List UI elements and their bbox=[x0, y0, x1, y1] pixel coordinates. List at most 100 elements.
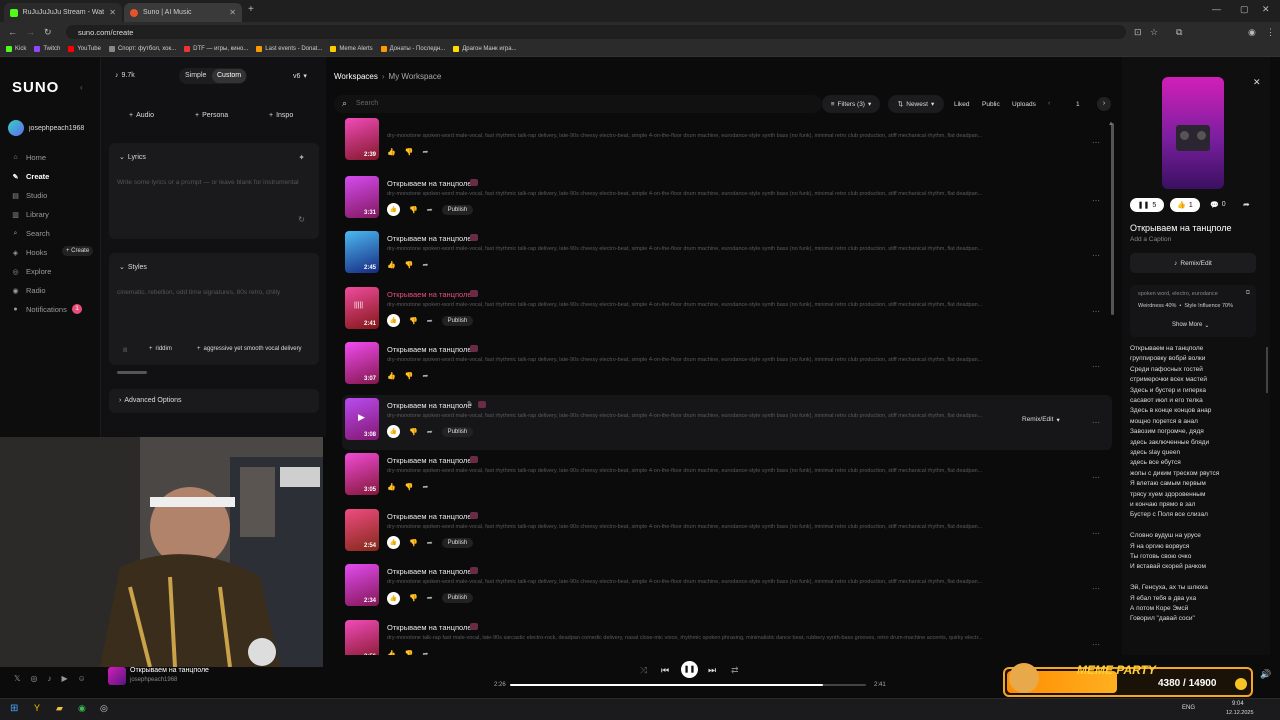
advanced-options-box[interactable]: › Advanced Options bbox=[109, 389, 319, 413]
sidebar-item-search[interactable]: ⌕ Search bbox=[12, 229, 50, 238]
magic-wand-icon[interactable]: ✦ bbox=[298, 153, 305, 162]
install-icon[interactable]: ⊡ bbox=[1134, 27, 1142, 38]
copy-icon[interactable]: ⧉ bbox=[1246, 290, 1250, 297]
thumbs-up-icon[interactable]: 👍 bbox=[387, 148, 396, 156]
sidebar-item-hooks[interactable]: ◈ Hooks bbox=[12, 248, 47, 257]
chrome-icon[interactable]: ◉ bbox=[78, 703, 86, 714]
song-row[interactable]: ||||| 2:41 Открываем на танцполе dry-monoto… bbox=[342, 284, 1112, 339]
song-thumbnail[interactable]: 2:54 bbox=[345, 508, 379, 551]
song-title[interactable]: Открываем на танцполе bbox=[387, 345, 472, 354]
song-title[interactable]: Открываем на танцполе bbox=[387, 512, 472, 521]
lyrics-header[interactable]: ⌄ Lyrics bbox=[119, 153, 146, 162]
previous-icon[interactable]: ⏮ bbox=[661, 665, 669, 676]
thumbs-down-icon[interactable]: 👎 bbox=[409, 317, 418, 325]
bookmark-donat[interactable]: Last events - Donat... bbox=[256, 46, 322, 52]
liked-filter[interactable]: Liked bbox=[954, 101, 970, 108]
song-title[interactable]: Открываем на танцполе bbox=[387, 623, 472, 632]
style-chip-vocal[interactable]: + aggressive yet smooth vocal delivery bbox=[197, 346, 302, 352]
yandex-icon[interactable]: Y bbox=[34, 703, 40, 713]
more-options-icon[interactable]: ⋯ bbox=[1092, 473, 1100, 482]
share-icon[interactable]: ➦ bbox=[427, 206, 433, 214]
plays-pill[interactable]: ❚❚ 5 bbox=[1130, 198, 1164, 212]
bookmark-meme-alerts[interactable]: Meme Alerts bbox=[330, 46, 373, 52]
styles-header[interactable]: ⌄ Styles bbox=[119, 263, 147, 272]
thumbs-up-icon[interactable]: 👍 bbox=[387, 372, 396, 380]
folder-icon[interactable]: ▰ bbox=[56, 703, 63, 714]
sidebar-item-create[interactable]: ✎ Create bbox=[12, 172, 50, 181]
now-playing-user[interactable]: josephpeach1968 bbox=[130, 677, 177, 683]
reload-icon[interactable]: ↻ bbox=[44, 27, 52, 38]
song-row[interactable]: 2:54 Открываем на танцполе dry-monotone sp… bbox=[342, 506, 1112, 561]
like-pill[interactable]: 👍 1 bbox=[1170, 198, 1200, 212]
close-tab-icon[interactable]: ✕ bbox=[229, 8, 236, 17]
username[interactable]: josephpeach1968 bbox=[29, 125, 97, 132]
youtube-icon[interactable]: ▶ bbox=[61, 674, 67, 683]
star-icon[interactable]: ☆ bbox=[1150, 27, 1158, 38]
like-button[interactable]: 👍 bbox=[387, 203, 400, 216]
publish-button[interactable]: Publish bbox=[441, 204, 474, 215]
discord-icon[interactable]: ☺ bbox=[78, 674, 86, 683]
steam-icon[interactable]: ◎ bbox=[100, 703, 108, 714]
thumbs-down-icon[interactable]: 👎 bbox=[409, 428, 418, 436]
more-options-icon[interactable]: ⋯ bbox=[1092, 362, 1100, 371]
more-options-icon[interactable]: ⋯ bbox=[1092, 196, 1100, 205]
next-icon[interactable]: ⏭ bbox=[708, 665, 716, 676]
menu-icon[interactable]: ⋮ bbox=[1266, 27, 1275, 38]
now-playing-title[interactable]: Открываем на танцполе bbox=[130, 667, 209, 674]
remix-edit-button[interactable]: ♪ Remix/Edit bbox=[1130, 253, 1256, 273]
share-icon[interactable]: ➦ bbox=[422, 261, 428, 269]
filters-button[interactable]: ≡ Filters (3) ▾ bbox=[822, 95, 880, 113]
close-window-icon[interactable]: ✕ bbox=[1262, 4, 1270, 15]
thumbs-down-icon[interactable]: 👎 bbox=[409, 594, 418, 602]
close-tab-icon[interactable]: ✕ bbox=[109, 8, 116, 17]
thumbs-up-icon[interactable]: 👍 bbox=[387, 483, 396, 491]
add-audio-button[interactable]: + Audio bbox=[129, 112, 154, 119]
clock-time[interactable]: 9:04 bbox=[1232, 701, 1244, 707]
uploads-filter[interactable]: Uploads bbox=[1012, 101, 1036, 108]
remix-edit-button[interactable]: Remix/Edit ▾ bbox=[1022, 416, 1060, 424]
volume-icon[interactable]: 🔊 bbox=[1260, 669, 1271, 680]
thumbs-down-icon[interactable]: 👎 bbox=[405, 372, 414, 380]
song-thumbnail[interactable]: 2:45 bbox=[345, 231, 379, 273]
song-title[interactable]: Открываем на танцполе bbox=[387, 234, 472, 243]
bookmark-donations[interactable]: Донаты - Последн... bbox=[380, 46, 445, 52]
song-thumbnail[interactable]: 3:31 bbox=[345, 175, 379, 218]
thumbs-down-icon[interactable]: 👎 bbox=[405, 261, 414, 269]
search-box[interactable]: ⌕ Search bbox=[334, 95, 822, 113]
bookmark-twitch[interactable]: Twitch bbox=[34, 46, 60, 52]
style-chip-riddim[interactable]: + riddim bbox=[149, 346, 172, 352]
next-page-icon[interactable]: › bbox=[1097, 97, 1111, 111]
bookmark-youtube[interactable]: YouTube bbox=[68, 46, 101, 52]
extensions-icon[interactable]: ⧉ bbox=[1176, 27, 1182, 38]
show-more-button[interactable]: Show More ⌄ bbox=[1172, 322, 1209, 329]
share-icon[interactable]: ➦ bbox=[422, 148, 428, 156]
url-input[interactable]: suno.com/create bbox=[66, 25, 1126, 39]
song-row[interactable]: 2:34 Открываем на танцполе dry-monotone sp… bbox=[342, 561, 1112, 616]
song-title[interactable]: Открываем на танцполе bbox=[387, 179, 472, 188]
publish-button[interactable]: Publish bbox=[441, 426, 474, 437]
styles-input[interactable]: cinematic, rebellion, odd time signature… bbox=[117, 289, 312, 296]
share-icon[interactable]: ➦ bbox=[427, 428, 433, 436]
search-input[interactable]: Search bbox=[356, 100, 378, 107]
profile-icon[interactable]: ◉ bbox=[1248, 27, 1256, 38]
pause-button[interactable]: ❚❚ bbox=[681, 661, 698, 678]
breadcrumb-workspaces[interactable]: Workspaces bbox=[334, 72, 378, 81]
advanced-options-toggle[interactable]: › Advanced Options bbox=[119, 397, 182, 404]
publish-button[interactable]: Publish bbox=[441, 315, 474, 326]
lyrics-input[interactable]: Write some lyrics or a prompt — or leave… bbox=[117, 179, 312, 186]
more-options-icon[interactable]: ⋯ bbox=[1092, 418, 1100, 427]
add-inspo-button[interactable]: + Inspo bbox=[269, 112, 293, 119]
credits-badge[interactable]: ♪ 9.7k bbox=[115, 72, 135, 79]
repeat-icon[interactable]: ⇄ bbox=[731, 665, 739, 676]
back-icon[interactable]: ← bbox=[8, 27, 17, 37]
more-options-icon[interactable]: ⋯ bbox=[1092, 251, 1100, 260]
share-icon[interactable]: ➦ bbox=[427, 594, 433, 602]
song-title[interactable]: Открываем на танцполе bbox=[387, 567, 472, 576]
sidebar-item-home[interactable]: ⌂ Home bbox=[12, 153, 46, 162]
horizontal-scrollbar[interactable] bbox=[117, 371, 147, 374]
like-button[interactable]: 👍 bbox=[387, 425, 400, 438]
shuffle-icon[interactable]: ⤨ bbox=[640, 665, 647, 676]
sidebar-item-explore[interactable]: ◎ Explore bbox=[12, 267, 51, 276]
more-options-icon[interactable]: ⋯ bbox=[1092, 529, 1100, 538]
publish-button[interactable]: Publish bbox=[441, 593, 474, 603]
